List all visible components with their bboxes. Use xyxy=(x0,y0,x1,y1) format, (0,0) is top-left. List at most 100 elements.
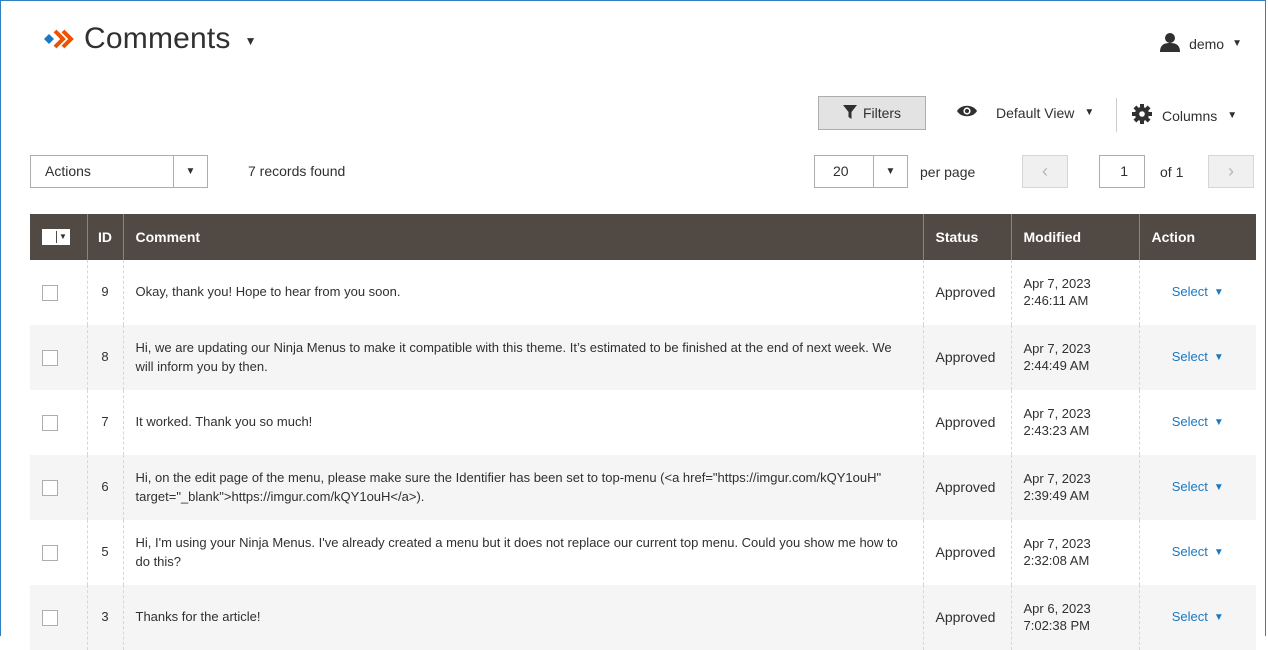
row-id: 8 xyxy=(86,325,123,390)
table-row: 6 Hi, on the edit page of the menu, plea… xyxy=(30,455,1256,520)
row-modified: Apr 7, 2023 2:39:49 AM xyxy=(1010,455,1139,520)
select-label: Select xyxy=(1171,479,1208,495)
page-header: Comments ▼ xyxy=(44,22,257,56)
page-number-input[interactable]: 1 xyxy=(1099,155,1145,188)
records-found: 7 records found xyxy=(248,163,346,179)
row-date: Apr 7, 2023 xyxy=(1023,471,1091,487)
columns-control[interactable]: Columns ▼ xyxy=(1132,104,1237,127)
row-modified: Apr 7, 2023 2:43:23 AM xyxy=(1010,390,1139,455)
mass-select-checkbox[interactable]: ▼ xyxy=(42,228,70,245)
filter-icon xyxy=(842,104,857,122)
row-comment: It worked. Thank you so much! xyxy=(122,390,923,455)
column-header-modified[interactable]: Modified xyxy=(1010,214,1139,260)
select-label: Select xyxy=(1171,349,1208,365)
row-checkbox-cell xyxy=(30,455,87,520)
row-checkbox[interactable] xyxy=(42,284,58,301)
row-time: 2:39:49 AM xyxy=(1023,487,1090,503)
row-status: Approved xyxy=(922,260,1011,325)
mass-select-header[interactable]: ▼ xyxy=(30,214,87,260)
row-checkbox[interactable] xyxy=(42,349,58,366)
comments-grid: ▼ ID Comment Status Modified Action 9 Ok… xyxy=(30,214,1256,650)
row-select-action[interactable]: Select ▼ xyxy=(1172,608,1224,626)
chevron-down-icon: ▼ xyxy=(1213,351,1224,363)
row-action: Select ▼ xyxy=(1138,325,1256,390)
eye-icon xyxy=(956,104,978,121)
row-date: Apr 6, 2023 xyxy=(1023,601,1091,617)
row-id: 7 xyxy=(86,390,123,455)
chevron-right-icon: › xyxy=(1228,161,1234,181)
row-date: Apr 7, 2023 xyxy=(1023,341,1091,357)
row-checkbox[interactable] xyxy=(42,479,58,496)
row-date: Apr 7, 2023 xyxy=(1023,536,1091,552)
row-time: 2:46:11 AM xyxy=(1023,292,1089,308)
column-header-id[interactable]: ID xyxy=(86,214,123,260)
row-checkbox-cell xyxy=(30,585,87,650)
row-checkbox-cell xyxy=(30,390,87,455)
row-select-action[interactable]: Select ▼ xyxy=(1172,413,1224,431)
row-time: 2:32:08 AM xyxy=(1023,552,1090,568)
row-id: 6 xyxy=(86,455,123,520)
user-icon xyxy=(1159,32,1181,55)
row-checkbox[interactable] xyxy=(42,414,58,431)
row-checkbox[interactable] xyxy=(42,609,58,626)
table-row: 9 Okay, thank you! Hope to hear from you… xyxy=(30,260,1256,325)
row-checkbox-cell xyxy=(30,520,87,585)
row-comment: Okay, thank you! Hope to hear from you s… xyxy=(122,260,923,325)
row-select-action[interactable]: Select ▼ xyxy=(1172,478,1224,496)
row-checkbox[interactable] xyxy=(42,544,58,561)
view-switcher[interactable]: Default View ▼ xyxy=(956,104,1094,121)
chevron-down-icon[interactable]: ▼ xyxy=(873,156,907,187)
chevron-left-icon: ‹ xyxy=(1042,161,1048,181)
per-page-select[interactable]: 20 ▼ xyxy=(814,155,908,188)
prev-page-button[interactable]: ‹ xyxy=(1022,155,1068,188)
chevron-down-icon[interactable]: ▼ xyxy=(173,156,207,187)
row-select-action[interactable]: Select ▼ xyxy=(1172,283,1224,301)
select-label: Select xyxy=(1171,284,1208,300)
row-select-action[interactable]: Select ▼ xyxy=(1172,543,1224,561)
page-total: of 1 xyxy=(1160,164,1184,180)
row-time: 2:43:23 AM xyxy=(1023,422,1090,438)
row-modified: Apr 6, 2023 7:02:38 PM xyxy=(1010,585,1139,650)
column-header-comment[interactable]: Comment xyxy=(122,214,923,260)
row-id: 5 xyxy=(86,520,123,585)
per-page-value: 20 xyxy=(833,163,849,179)
select-label: Select xyxy=(1171,609,1208,625)
title-dropdown-caret-icon[interactable]: ▼ xyxy=(245,34,257,48)
actions-label: Actions xyxy=(45,163,91,179)
row-action: Select ▼ xyxy=(1138,585,1256,650)
per-page-label: per page xyxy=(920,164,976,180)
mass-actions-select[interactable]: Actions ▼ xyxy=(30,155,208,188)
row-modified: Apr 7, 2023 2:44:49 AM xyxy=(1010,325,1139,390)
row-modified: Apr 7, 2023 2:32:08 AM xyxy=(1010,520,1139,585)
row-comment: Hi, on the edit page of the menu, please… xyxy=(122,455,923,520)
page-title: Comments xyxy=(84,22,231,55)
next-page-button[interactable]: › xyxy=(1208,155,1254,188)
chevron-down-icon: ▼ xyxy=(1213,286,1224,298)
row-comment: Hi, I'm using your Ninja Menus. I've alr… xyxy=(122,520,923,585)
user-menu[interactable]: demo ▼ xyxy=(1159,32,1242,55)
row-checkbox-cell xyxy=(30,260,87,325)
table-row: 8 Hi, we are updating our Ninja Menus to… xyxy=(30,325,1256,390)
chevron-down-icon: ▼ xyxy=(56,230,69,243)
chevron-down-icon: ▼ xyxy=(1227,110,1238,121)
chevron-down-icon: ▼ xyxy=(1232,38,1242,49)
chevron-down-icon: ▼ xyxy=(1084,107,1095,118)
table-row: 7 It worked. Thank you so much! Approved… xyxy=(30,390,1256,455)
user-name: demo xyxy=(1189,35,1225,52)
row-action: Select ▼ xyxy=(1138,520,1256,585)
row-select-action[interactable]: Select ▼ xyxy=(1172,348,1224,366)
column-header-status[interactable]: Status xyxy=(922,214,1011,260)
row-time: 7:02:38 PM xyxy=(1023,617,1091,633)
row-id: 3 xyxy=(86,585,123,650)
chevron-down-icon: ▼ xyxy=(1213,611,1224,623)
view-label: Default View xyxy=(996,104,1075,121)
row-id: 9 xyxy=(86,260,123,325)
chevron-down-icon: ▼ xyxy=(1213,416,1224,428)
select-label: Select xyxy=(1171,414,1208,430)
row-action: Select ▼ xyxy=(1138,455,1256,520)
filters-button[interactable]: Filters xyxy=(818,96,926,130)
row-status: Approved xyxy=(922,585,1011,650)
row-status: Approved xyxy=(922,390,1011,455)
table-row: 5 Hi, I'm using your Ninja Menus. I've a… xyxy=(30,520,1256,585)
filters-label: Filters xyxy=(862,105,902,121)
